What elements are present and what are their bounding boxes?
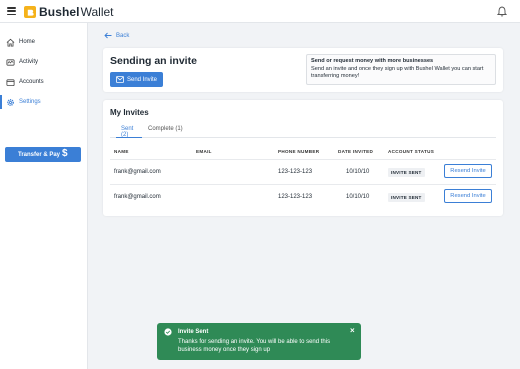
activity-icon xyxy=(6,58,15,66)
send-invite-label: Send Invite xyxy=(127,76,158,83)
toast-message: Thanks for sending an invite. You will b… xyxy=(178,339,331,354)
sidebar-item-accounts[interactable]: Accounts xyxy=(0,74,88,90)
transfer-pay-label: Transfer & Pay xyxy=(18,151,61,158)
app-logo[interactable]: Bushel Wallet xyxy=(24,5,114,19)
arrow-left-icon xyxy=(104,32,112,39)
hamburger-icon[interactable] xyxy=(7,7,16,15)
column-header-phone: PHONE NUMBER xyxy=(278,149,320,154)
status-badge: INVITE SENT xyxy=(388,168,425,177)
sidebar-item-home[interactable]: Home xyxy=(0,34,88,50)
column-header-email: EMAIL xyxy=(196,149,212,154)
sidebar: Home Activity Accounts Settings Transfer… xyxy=(0,23,88,369)
column-header-date: DATE INVITED xyxy=(338,149,374,154)
info-title: Send or request money with more business… xyxy=(311,58,434,64)
sidebar-item-label: Settings xyxy=(19,99,41,105)
send-invite-card: Sending an invite Send Invite Send or re… xyxy=(103,48,503,92)
back-label: Back xyxy=(116,32,130,39)
info-text: Send an invite and once they sign up wit… xyxy=(311,65,484,80)
check-circle-icon xyxy=(164,328,172,336)
info-box: Send or request money with more business… xyxy=(306,54,496,85)
brand-suffix: Wallet xyxy=(80,5,114,19)
bell-icon[interactable] xyxy=(497,6,507,17)
sidebar-item-label: Accounts xyxy=(19,79,44,85)
sidebar-item-settings[interactable]: Settings xyxy=(0,94,88,110)
name-cell: frank@gmail.com xyxy=(114,169,161,175)
send-invite-button[interactable]: Send Invite xyxy=(110,72,163,87)
top-bar: Bushel Wallet xyxy=(0,0,520,23)
table-row: frank@gmail.com 123-123-123 10/10/10 INV… xyxy=(110,184,496,208)
invite-tabs: Sent (2) Complete (1) xyxy=(110,124,496,138)
column-header-status: ACCOUNT STATUS xyxy=(388,149,435,154)
status-badge: INVITE SENT xyxy=(388,193,425,202)
column-header-name: NAME xyxy=(114,149,129,154)
name-cell: frank@gmail.com xyxy=(114,194,161,200)
accounts-icon xyxy=(6,78,15,86)
close-icon[interactable]: × xyxy=(350,326,355,335)
phone-cell: 123-123-123 xyxy=(278,169,313,175)
brand-name: Bushel xyxy=(39,5,80,19)
my-invites-card: My Invites Sent (2) Complete (1) NAME EM… xyxy=(103,100,503,216)
resend-invite-button[interactable]: Resend Invite xyxy=(444,164,492,178)
invite-sent-toast: Invite Sent Thanks for sending an invite… xyxy=(157,323,361,360)
home-icon xyxy=(6,38,15,47)
sidebar-item-label: Activity xyxy=(19,59,39,65)
date-cell: 10/10/10 xyxy=(346,194,370,200)
gear-icon xyxy=(7,98,14,106)
tab-sent[interactable]: Sent (2) xyxy=(116,126,142,138)
back-link[interactable]: Back xyxy=(104,32,129,39)
envelope-icon xyxy=(116,76,124,83)
date-cell: 10/10/10 xyxy=(346,169,370,175)
toast-title: Invite Sent xyxy=(178,329,209,335)
tab-complete[interactable]: Complete (1) xyxy=(148,126,183,138)
dollar-icon: $ xyxy=(62,148,68,159)
resend-invite-button[interactable]: Resend Invite xyxy=(444,189,492,203)
sidebar-item-label: Home xyxy=(19,39,36,45)
transfer-pay-button[interactable]: Transfer & Pay $ xyxy=(5,147,81,162)
phone-cell: 123-123-123 xyxy=(278,194,313,200)
sidebar-item-activity[interactable]: Activity xyxy=(0,54,88,70)
page-title: Sending an invite xyxy=(110,55,197,67)
section-title: My Invites xyxy=(110,108,149,117)
bushel-logo-icon xyxy=(24,6,36,18)
table-row: frank@gmail.com 123-123-123 10/10/10 INV… xyxy=(110,159,496,183)
